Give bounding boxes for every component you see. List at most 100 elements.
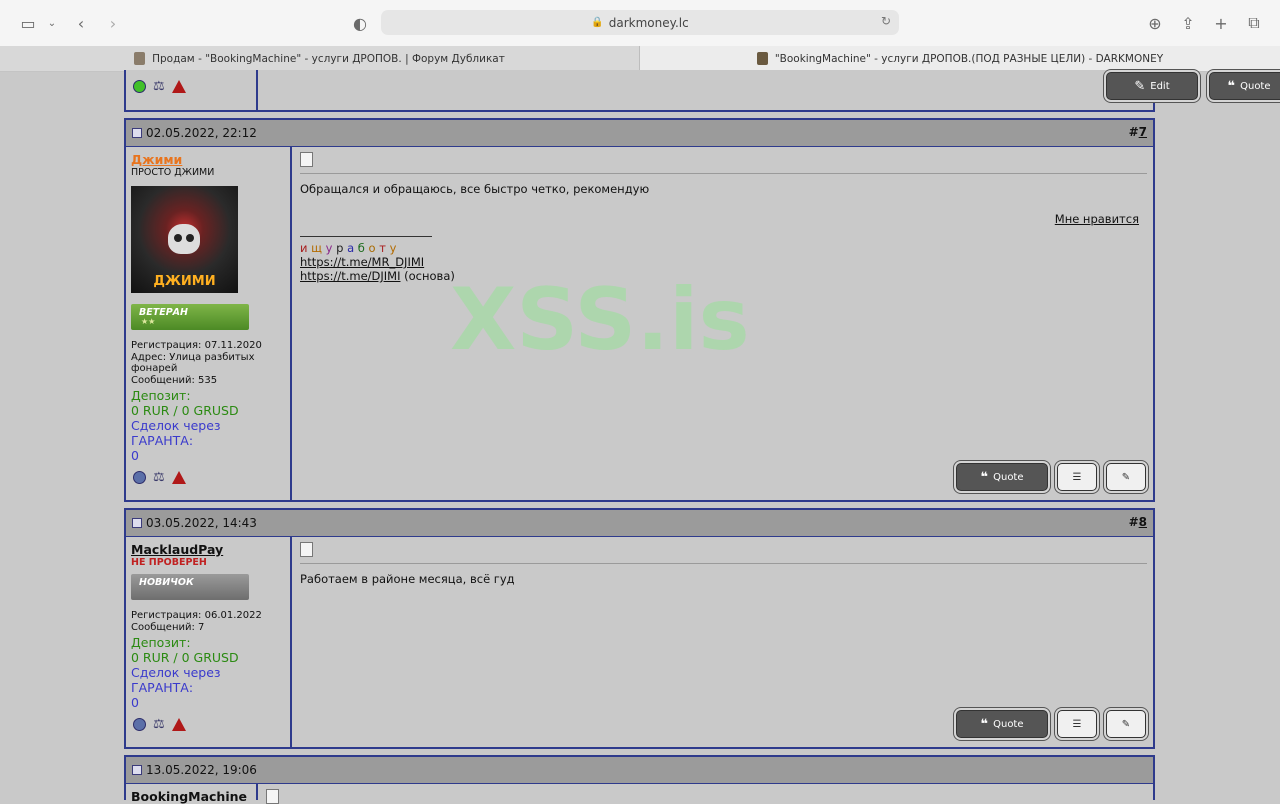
user-address: Адрес: Улица разбитых фонарей bbox=[131, 351, 255, 375]
reload-icon[interactable]: ↻ bbox=[881, 14, 891, 28]
quick-reply-button[interactable]: ✎ bbox=[1106, 463, 1146, 491]
deposit-label: Депозит: bbox=[131, 388, 191, 403]
quote-button[interactable]: ❝ Quote bbox=[956, 463, 1048, 491]
quote-label: Quote bbox=[993, 471, 1024, 483]
post-text: Работаем в районе месяца, всё гуд bbox=[300, 572, 515, 586]
online-status-icon bbox=[133, 80, 146, 93]
sig-letter: и bbox=[300, 241, 308, 255]
post-9: 13.05.2022, 19:06 BookingMachine bbox=[124, 755, 1155, 804]
lock-icon: 🔒 bbox=[591, 17, 604, 28]
user-icons: ⚖ bbox=[133, 470, 186, 485]
user-title: ПРОСТО ДЖИМИ bbox=[131, 167, 215, 178]
privacy-shield-icon[interactable]: ◐ bbox=[350, 12, 370, 34]
username[interactable]: BookingMachine bbox=[131, 789, 251, 804]
post-number-prefix: # bbox=[1128, 125, 1139, 139]
tab-darkmoney[interactable]: "BookingMachine" - услуги ДРОПОВ.(ПОД РА… bbox=[640, 46, 1280, 71]
post-number[interactable]: #7 bbox=[1129, 125, 1147, 139]
telegram-link-2[interactable]: https://t.me/DJIMI bbox=[300, 269, 401, 283]
forward-icon[interactable]: › bbox=[104, 12, 122, 34]
tab-bar: Продам - "BookingMachine" - услуги ДРОПО… bbox=[0, 46, 1280, 72]
user-info: BookingMachine bbox=[126, 784, 258, 804]
avatar-text: ДЖИМИ bbox=[153, 274, 216, 289]
sig-letter: б bbox=[357, 241, 365, 255]
back-icon[interactable]: ‹ bbox=[72, 12, 90, 34]
edit-icon: ✎ bbox=[1134, 78, 1146, 94]
user-title: НЕ ПРОВЕРЕН bbox=[131, 557, 207, 568]
report-warning-icon[interactable] bbox=[171, 471, 186, 484]
user-info: MacklaudPay НЕ ПРОВЕРЕН НОВИЧОК Регистра… bbox=[126, 537, 292, 747]
sig-letter: у bbox=[389, 241, 397, 255]
skull-image bbox=[168, 224, 200, 254]
tab-title: Продам - "BookingMachine" - услуги ДРОПО… bbox=[152, 52, 505, 65]
post-icon bbox=[132, 128, 142, 138]
sidebar-toggle-icon[interactable]: ▭ bbox=[18, 12, 38, 34]
scales-icon[interactable]: ⚖ bbox=[153, 470, 165, 485]
scales-icon[interactable]: ⚖ bbox=[153, 717, 165, 732]
deals-label: Сделок через ГАРАНТА: bbox=[131, 665, 221, 695]
sig-letter: а bbox=[347, 241, 355, 255]
address-bar[interactable]: 🔒 darkmoney.lc ↻ bbox=[381, 10, 899, 35]
rank-stars-icon: ★★ bbox=[141, 317, 156, 326]
post-date: 03.05.2022, 14:43 bbox=[146, 516, 257, 530]
quote-button[interactable]: ❝ Quote bbox=[1209, 72, 1280, 100]
offline-status-icon bbox=[133, 718, 146, 731]
deals-value: 0 bbox=[131, 448, 139, 463]
quote-icon: ❝ bbox=[980, 469, 989, 485]
browser-toolbar: ▭ ⌄ ‹ › ◐ 🔒 darkmoney.lc ↻ ⊕ ⇪ + ⧉ bbox=[0, 0, 1280, 47]
post-doc-icon bbox=[300, 152, 313, 167]
download-icon[interactable]: ⊕ bbox=[1145, 12, 1165, 34]
post-header: 13.05.2022, 19:06 bbox=[126, 757, 1153, 784]
username[interactable]: MacklaudPay bbox=[131, 542, 285, 557]
quote-label: Quote bbox=[1240, 80, 1271, 92]
post-number-prefix: # bbox=[1128, 515, 1139, 529]
multi-quote-button[interactable]: ☰ bbox=[1057, 710, 1097, 738]
multi-quote-icon: ☰ bbox=[1072, 471, 1082, 483]
multi-quote-button[interactable]: ☰ bbox=[1057, 463, 1097, 491]
favicon-icon bbox=[756, 52, 768, 65]
quote-icon: ❝ bbox=[1227, 78, 1236, 94]
reply-pencil-icon: ✎ bbox=[1121, 471, 1131, 483]
rank-badge: НОВИЧОК bbox=[131, 574, 249, 600]
quote-icon: ❝ bbox=[980, 716, 989, 732]
rank-label: НОВИЧОК bbox=[139, 577, 194, 588]
user-icons: ⚖ bbox=[133, 79, 186, 94]
post-number-value: 8 bbox=[1138, 515, 1147, 529]
tab-overview-icon[interactable]: ⧉ bbox=[1244, 12, 1264, 34]
report-warning-icon[interactable] bbox=[171, 718, 186, 731]
scales-icon[interactable]: ⚖ bbox=[153, 79, 165, 94]
registration-date: Регистрация: 06.01.2022 bbox=[131, 610, 262, 621]
post-content bbox=[260, 784, 1153, 804]
sig-letter: щ bbox=[311, 241, 322, 255]
post-content: Обращался и обращаюсь, все быстро четко,… bbox=[294, 147, 1153, 500]
share-icon[interactable]: ⇪ bbox=[1178, 12, 1198, 34]
tab-title: "BookingMachine" - услуги ДРОПОВ.(ПОД РА… bbox=[774, 52, 1164, 65]
offline-status-icon bbox=[133, 471, 146, 484]
tab-forum-duplicate[interactable]: Продам - "BookingMachine" - услуги ДРОПО… bbox=[0, 46, 640, 71]
divider bbox=[300, 173, 1147, 174]
edit-button[interactable]: ✎ Edit bbox=[1106, 72, 1198, 100]
chevron-down-icon[interactable]: ⌄ bbox=[46, 12, 58, 34]
username[interactable]: Джими bbox=[131, 152, 285, 167]
post-icon bbox=[132, 765, 142, 775]
deals-label: Сделок через ГАРАНТА: bbox=[131, 418, 221, 448]
rank-badge: ВЕТЕРАН ★★ bbox=[131, 304, 249, 330]
post-doc-icon bbox=[300, 542, 313, 557]
previous-user-col: ⚖ bbox=[126, 70, 258, 110]
post-header: 02.05.2022, 22:12 #7 bbox=[126, 120, 1153, 147]
post-number[interactable]: #8 bbox=[1129, 515, 1147, 529]
new-tab-icon[interactable]: + bbox=[1211, 12, 1231, 34]
favicon-icon bbox=[134, 52, 146, 65]
registration-date: Регистрация: 07.11.2020 bbox=[131, 340, 262, 351]
quote-button[interactable]: ❝ Quote bbox=[956, 710, 1048, 738]
sig-letter: р bbox=[336, 241, 344, 255]
deals-value: 0 bbox=[131, 695, 139, 710]
post-text: Обращался и обращаюсь, все быстро четко,… bbox=[300, 182, 650, 196]
avatar: ДЖИМИ bbox=[131, 186, 238, 293]
quick-reply-button[interactable]: ✎ bbox=[1106, 710, 1146, 738]
post-7: 02.05.2022, 22:12 #7 Джими ПРОСТО ДЖИМИ … bbox=[124, 118, 1155, 502]
like-link[interactable]: Мне нравится bbox=[1055, 212, 1139, 226]
signature-divider bbox=[300, 236, 432, 237]
report-warning-icon[interactable] bbox=[171, 80, 186, 93]
telegram-link-1[interactable]: https://t.me/MR_DJIMI bbox=[300, 255, 424, 269]
post-icon bbox=[132, 518, 142, 528]
